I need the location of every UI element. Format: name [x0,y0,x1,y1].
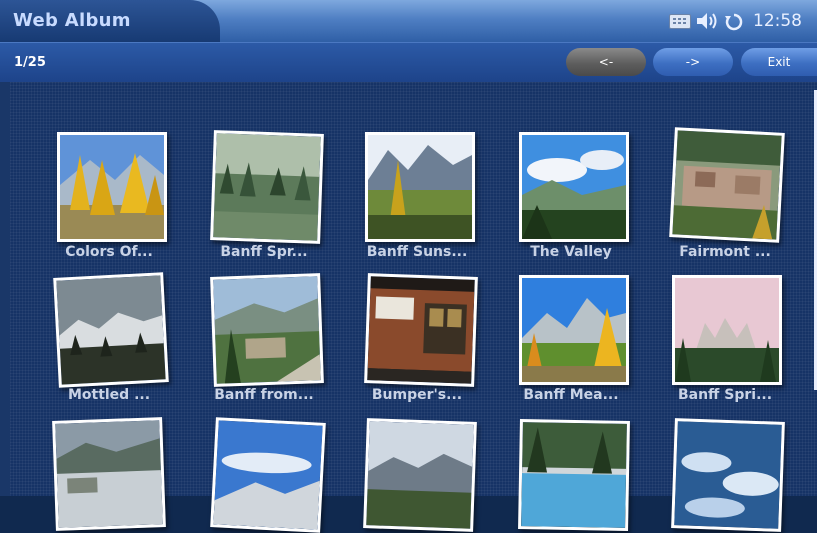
photo-thumbnail[interactable] [671,418,785,532]
photo-thumbnail[interactable] [672,275,782,385]
app-title: Web Album [13,10,131,31]
photo-caption: The Valley [530,244,612,260]
photo-thumbnail[interactable] [365,132,475,242]
keyboard-icon[interactable] [669,14,691,29]
next-page-button[interactable]: -> [653,48,733,76]
title-bar: Web Album 12:58 [0,0,817,42]
photo-image [213,276,321,384]
photo-image [56,275,166,385]
photo-thumbnail[interactable] [210,273,324,387]
photo-thumbnail[interactable] [363,418,477,532]
photo-caption: Banff Spr... [220,244,308,260]
photo-thumbnail[interactable] [669,127,785,243]
volume-icon[interactable] [695,12,719,30]
photo-thumbnail[interactable] [210,417,326,533]
photo-caption: Fairmont ... [679,244,771,260]
clock: 12:58 [753,11,802,31]
exit-button[interactable]: Exit [741,48,817,76]
photo-caption: Mottled ... [67,387,151,403]
photo-image [522,278,626,382]
status-area: 12:58 [667,0,817,42]
photo-image [674,421,782,529]
photo-image [522,135,626,239]
album-grid[interactable]: Colors Of... Banff Spr... Banff Suns... [10,82,817,533]
left-rail [0,82,10,496]
sync-icon[interactable] [724,12,744,32]
page-indicator: 1/25 [14,55,46,70]
photo-thumbnail[interactable] [210,130,324,244]
photo-caption: Banff Mea... [523,387,619,403]
app-title-tab: Web Album [0,0,220,42]
photo-thumbnail[interactable] [57,132,167,242]
photo-image [213,133,321,241]
photo-thumbnail[interactable] [519,275,629,385]
photo-image [367,276,475,384]
photo-image [55,420,163,528]
photo-image [368,135,472,239]
photo-caption: Colors Of... [65,244,153,260]
photo-thumbnail[interactable] [53,272,169,388]
photo-image [366,421,474,529]
photo-caption: Banff Suns... [366,244,468,260]
previous-page-button[interactable]: <- [566,48,646,76]
photo-caption: Banff from... [214,387,314,403]
toolbar: 1/25 <- -> Exit [0,42,817,83]
photo-thumbnail[interactable] [364,273,478,387]
photo-caption: Banff Spri... [677,387,773,403]
photo-image [213,420,323,530]
photo-image [60,135,164,239]
photo-image [521,422,627,528]
photo-thumbnail[interactable] [519,132,629,242]
photo-thumbnail[interactable] [518,419,630,531]
photo-caption: Bumper's... [371,387,463,403]
photo-image [672,130,782,240]
photo-thumbnail[interactable] [52,417,166,531]
photo-image [675,278,779,382]
